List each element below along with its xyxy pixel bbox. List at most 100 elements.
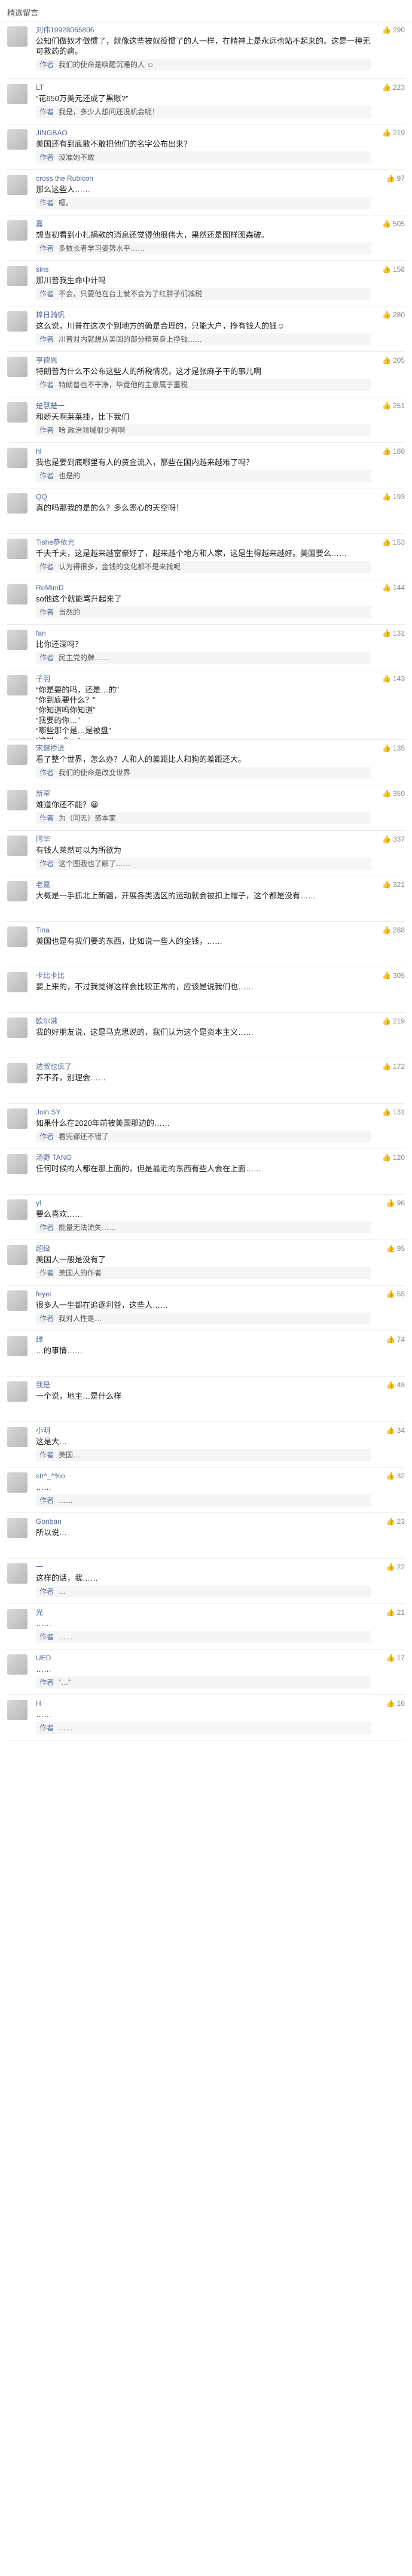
like-button[interactable]: 👍 131 xyxy=(382,1107,405,1117)
commenter-name[interactable]: Tina xyxy=(36,925,323,935)
commenter-name[interactable]: 亨德恩 xyxy=(36,356,323,365)
like-button[interactable]: 👍 290 xyxy=(382,25,405,35)
commenter-name[interactable]: hl xyxy=(36,446,323,456)
avatar[interactable] xyxy=(7,926,28,947)
like-button[interactable]: 👍 34 xyxy=(386,1426,405,1435)
commenter-name[interactable]: yl xyxy=(36,1198,323,1208)
like-button[interactable]: 👍 321 xyxy=(382,880,405,889)
commenter-name[interactable]: 欧尔沸 xyxy=(36,1016,323,1026)
like-button[interactable]: 👍 288 xyxy=(382,925,405,935)
commenter-name[interactable]: 超级 xyxy=(36,1244,323,1253)
avatar[interactable] xyxy=(7,311,28,332)
commenter-name[interactable]: 达叔也疯了 xyxy=(36,1062,323,1071)
like-button[interactable]: 👍 21 xyxy=(386,1608,405,1617)
like-button[interactable]: 👍 359 xyxy=(382,789,405,798)
avatar[interactable] xyxy=(7,790,28,810)
commenter-name[interactable]: JINGBAO xyxy=(36,128,323,138)
avatar[interactable] xyxy=(7,175,28,195)
like-button[interactable]: 👍 135 xyxy=(382,743,405,753)
avatar[interactable] xyxy=(7,84,28,104)
like-button[interactable]: 👍 280 xyxy=(382,310,405,320)
commenter-name[interactable]: 光 xyxy=(36,1608,323,1617)
avatar[interactable] xyxy=(7,1245,28,1265)
avatar[interactable] xyxy=(7,1336,28,1356)
commenter-name[interactable]: fan xyxy=(36,628,323,638)
commenter-name[interactable]: 子羽 xyxy=(36,674,323,684)
like-button[interactable]: 👍 305 xyxy=(382,971,405,980)
like-button[interactable]: 👍 172 xyxy=(382,1062,405,1071)
like-button[interactable]: 👍 97 xyxy=(386,174,405,183)
avatar[interactable] xyxy=(7,129,28,150)
like-button[interactable]: 👍 131 xyxy=(382,628,405,638)
avatar[interactable] xyxy=(7,1427,28,1447)
commenter-name[interactable]: 宋健桥进 xyxy=(36,743,323,753)
like-button[interactable]: 👍 32 xyxy=(386,1471,405,1481)
commenter-name[interactable]: Tishe恭依光 xyxy=(36,537,323,547)
like-button[interactable]: 👍 23 xyxy=(386,1517,405,1526)
commenter-name[interactable]: Gonban xyxy=(36,1517,323,1526)
avatar[interactable] xyxy=(7,972,28,992)
commenter-name[interactable]: feyei xyxy=(36,1289,323,1299)
commenter-name[interactable]: Join.SY xyxy=(36,1107,323,1117)
commenter-name[interactable]: 嘉 xyxy=(36,219,323,229)
avatar[interactable] xyxy=(7,1108,28,1129)
like-button[interactable]: 👍 96 xyxy=(386,1198,405,1208)
commenter-name[interactable]: LT xyxy=(36,83,323,92)
like-button[interactable]: 👍 74 xyxy=(386,1335,405,1344)
like-button[interactable]: 👍 120 xyxy=(382,1153,405,1162)
avatar[interactable] xyxy=(7,26,28,47)
avatar[interactable] xyxy=(7,1518,28,1538)
avatar[interactable] xyxy=(7,1063,28,1083)
commenter-name[interactable]: 新罕 xyxy=(36,789,323,798)
avatar[interactable] xyxy=(7,1154,28,1174)
commenter-name[interactable]: 老嘉 xyxy=(36,880,323,889)
like-button[interactable]: 👍 95 xyxy=(386,1244,405,1253)
like-button[interactable]: 👍 186 xyxy=(382,446,405,456)
avatar[interactable] xyxy=(7,1654,28,1675)
like-button[interactable]: 👍 505 xyxy=(382,219,405,229)
avatar[interactable] xyxy=(7,1199,28,1220)
avatar[interactable] xyxy=(7,836,28,856)
commenter-name[interactable]: 汤野 TANG xyxy=(36,1153,323,1162)
avatar[interactable] xyxy=(7,584,28,604)
like-button[interactable]: 👍 337 xyxy=(382,834,405,844)
like-button[interactable]: 👍 55 xyxy=(386,1289,405,1299)
commenter-name[interactable]: UED xyxy=(36,1653,323,1663)
like-button[interactable]: 👍 251 xyxy=(382,401,405,411)
commenter-name[interactable]: QQ xyxy=(36,492,323,502)
avatar[interactable] xyxy=(7,675,28,695)
avatar[interactable] xyxy=(7,1472,28,1493)
like-button[interactable]: 👍 22 xyxy=(386,1562,405,1572)
commenter-name[interactable]: 小明 xyxy=(36,1426,323,1435)
like-button[interactable]: 👍 219 xyxy=(382,1016,405,1026)
like-button[interactable]: 👍 144 xyxy=(382,583,405,593)
commenter-name[interactable]: ReMimD xyxy=(36,583,323,593)
avatar[interactable] xyxy=(7,1017,28,1038)
like-button[interactable]: 👍 153 xyxy=(382,537,405,547)
avatar[interactable] xyxy=(7,745,28,765)
commenter-name[interactable]: 捧日骑帆 xyxy=(36,310,323,320)
commenter-name[interactable]: 一 xyxy=(36,1562,323,1572)
avatar[interactable] xyxy=(7,1290,28,1311)
avatar[interactable] xyxy=(7,402,28,423)
commenter-name[interactable]: H xyxy=(36,1699,323,1708)
commenter-name[interactable]: str^_^%o xyxy=(36,1471,323,1481)
like-button[interactable]: 👍 223 xyxy=(382,83,405,92)
commenter-name[interactable]: 阿华 xyxy=(36,834,323,844)
commenter-name[interactable]: 刘伟19928065806 xyxy=(36,25,323,35)
commenter-name[interactable]: cross the Rubicon xyxy=(36,174,323,183)
avatar[interactable] xyxy=(7,1609,28,1629)
like-button[interactable]: 👍 193 xyxy=(382,492,405,502)
commenter-name[interactable]: 楚慧楚一 xyxy=(36,401,323,411)
commenter-name[interactable]: 绿 xyxy=(36,1335,323,1344)
avatar[interactable] xyxy=(7,539,28,559)
avatar[interactable] xyxy=(7,357,28,377)
avatar[interactable] xyxy=(7,1700,28,1720)
avatar[interactable] xyxy=(7,1381,28,1402)
avatar[interactable] xyxy=(7,220,28,241)
like-button[interactable]: 👍 17 xyxy=(386,1653,405,1663)
like-button[interactable]: 👍 16 xyxy=(386,1699,405,1708)
commenter-name[interactable]: sins xyxy=(36,265,323,274)
avatar[interactable] xyxy=(7,448,28,468)
avatar[interactable] xyxy=(7,493,28,514)
